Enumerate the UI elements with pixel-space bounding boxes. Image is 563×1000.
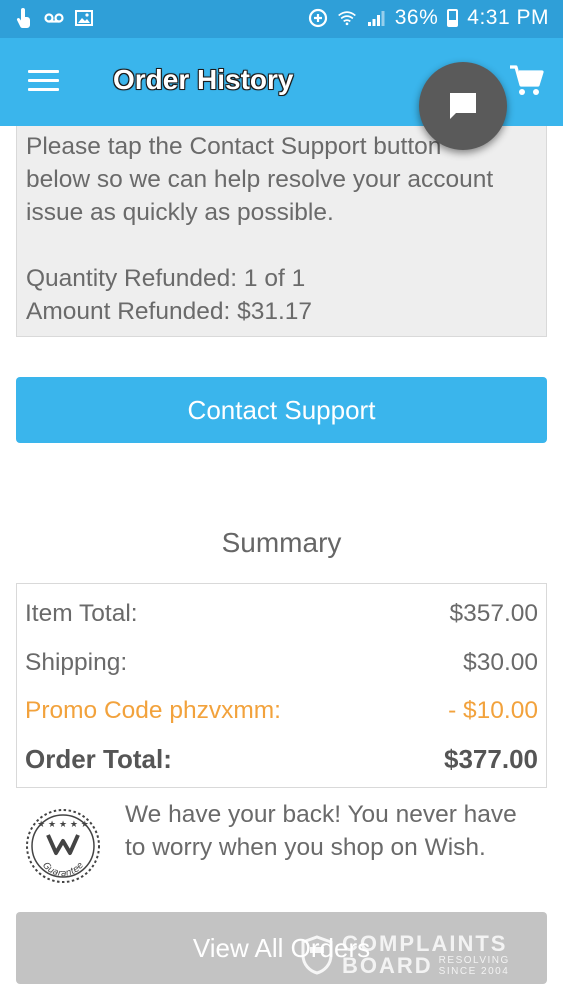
summary-label: Item Total: (25, 600, 138, 628)
status-left-icons (14, 8, 94, 28)
quantity-refunded: Quantity Refunded: 1 of 1 (26, 265, 306, 292)
summary-value: $377.00 (444, 744, 538, 775)
touch-icon (14, 8, 34, 28)
status-right: 36% 4:31 PM (308, 6, 549, 30)
summary-heading: Summary (221, 527, 342, 558)
data-saver-icon (308, 8, 328, 28)
refund-info-box: Please tap the Contact Support button be… (16, 126, 547, 337)
refund-message-line: below so we can help resolve your accoun… (26, 166, 494, 193)
wifi-icon (337, 8, 357, 28)
summary-value: - $10.00 (448, 697, 538, 725)
summary-label: Order Total: (25, 744, 172, 775)
summary-row-promo: Promo Code phzvxmm: - $10.00 (25, 687, 538, 736)
clock: 4:31 PM (467, 6, 549, 29)
signal-icon (366, 8, 386, 28)
summary-row-item-total: Item Total: $357.00 (25, 590, 538, 639)
shopping-cart-icon[interactable] (508, 64, 544, 98)
status-bar: 36% 4:31 PM (0, 0, 563, 38)
summary-value: $30.00 (463, 648, 538, 676)
contact-support-button[interactable]: Contact Support (16, 377, 547, 443)
summary-table: Item Total: $357.00 Shipping: $30.00 Pro… (16, 583, 547, 788)
chat-button[interactable] (419, 62, 507, 150)
summary-row-shipping: Shipping: $30.00 (25, 639, 538, 688)
svg-text:★ ★ ★ ★ ★: ★ ★ ★ ★ ★ (37, 820, 89, 830)
battery-icon (447, 9, 459, 27)
summary-row-order-total: Order Total: $377.00 (25, 736, 538, 785)
page-title: Order History (113, 64, 294, 95)
image-icon (74, 8, 94, 28)
summary-label: Promo Code phzvxmm: (25, 697, 281, 725)
summary-value: $357.00 (449, 600, 538, 628)
guarantee-message: We have your back! You never have to wor… (125, 801, 517, 861)
refund-message-line: issue as quickly as possible. (26, 199, 334, 226)
battery-level (449, 19, 457, 25)
view-all-orders-button[interactable]: View All Orders (16, 912, 547, 984)
voicemail-icon (44, 8, 64, 28)
guarantee-badge-icon: ★ ★ ★ ★ ★ Guarantee (24, 807, 102, 885)
battery-percent: 36% (394, 6, 439, 29)
summary-label: Shipping: (25, 648, 128, 676)
amount-refunded: Amount Refunded: $31.17 (26, 298, 313, 325)
chat-bubble-icon (450, 93, 476, 119)
hamburger-menu-icon[interactable] (28, 69, 59, 93)
